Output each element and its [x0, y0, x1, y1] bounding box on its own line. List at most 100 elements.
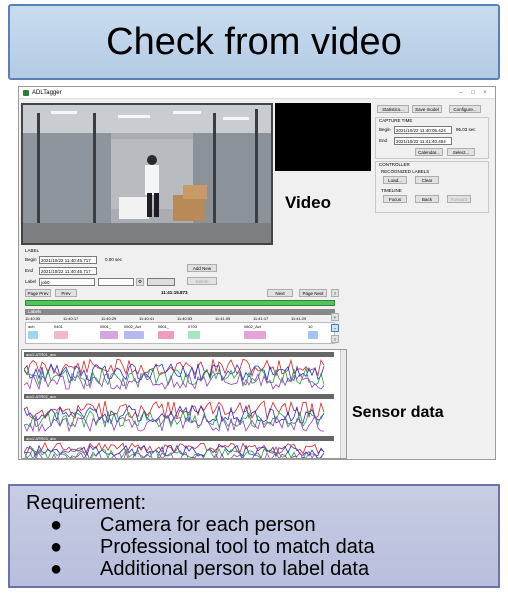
label-block-text: 10: [308, 324, 313, 329]
label-block-text: 0802_Act: [244, 324, 261, 329]
window-titlebar: ADLTagger – □ ×: [19, 87, 495, 99]
label-block-text: 0502_Act: [124, 324, 141, 329]
time-tick: 11:40:17: [63, 316, 79, 321]
back-button[interactable]: Back: [415, 195, 439, 203]
time-tick: 11:40:41: [139, 316, 155, 321]
label-block[interactable]: [28, 331, 38, 339]
capture-duration: 95.03 sec: [456, 127, 476, 132]
time-tick: 11:40:53: [177, 316, 193, 321]
next-button[interactable]: Next: [267, 289, 293, 297]
secondary-video-black: [275, 103, 371, 171]
info-icon[interactable]: !: [331, 335, 339, 343]
sensor-plot-3: [24, 442, 325, 458]
minimize-icon[interactable]: –: [455, 90, 467, 96]
label-begin-field[interactable]: 2021/10/22 11:40:45.717: [39, 256, 97, 264]
requirement-box: Requirement: ● Camera for each person ● Pr…: [8, 484, 500, 588]
sensor-title-1: acc2.ATR01_acc: [24, 352, 334, 357]
label-block[interactable]: [100, 331, 118, 339]
label-duration: 0.00 sec: [105, 257, 123, 262]
label-block-text: 0401: [54, 324, 63, 329]
close-icon[interactable]: ×: [479, 90, 491, 96]
configure-button[interactable]: Configure...: [449, 105, 481, 113]
select-button[interactable]: Select...: [447, 148, 475, 156]
add-new-button[interactable]: Add New: [187, 264, 217, 272]
label-block-text: 0601_: [158, 324, 170, 329]
controller-title: CONTROLLER: [379, 162, 410, 167]
label-select-label: Label: [25, 279, 37, 284]
video-player[interactable]: [21, 103, 273, 245]
label-timeline[interactable]: ach 0401 0501_ 0502_Act 0601_ 0703 0802_Act 10: [25, 322, 335, 344]
sensor-annotation: Sensor data: [352, 404, 444, 421]
slide-title: Check from video: [8, 4, 500, 80]
time-tick: 11:41:29: [291, 316, 307, 321]
delete-button[interactable]: Delete: [187, 277, 217, 285]
statistics-button[interactable]: Statistics...: [377, 105, 409, 113]
zoom-out-icon[interactable]: −: [331, 324, 339, 332]
sensor-plot-2: [24, 400, 325, 432]
sensor-trace: [24, 366, 325, 387]
requirement-text-3: Additional person to label data: [100, 558, 370, 580]
capture-end-label: End: [379, 138, 388, 143]
save-model-button[interactable]: Save model: [412, 105, 442, 113]
label-block[interactable]: [54, 331, 68, 339]
requirement-item: ● Camera for each person: [50, 514, 316, 536]
label-block[interactable]: [188, 331, 200, 339]
label-block[interactable]: [124, 331, 144, 339]
zoom-in-icon[interactable]: +: [331, 313, 339, 321]
time-tick: 11:41:05: [215, 316, 231, 321]
clear-button[interactable]: Clear: [415, 176, 439, 184]
sensor-trace: [24, 447, 325, 458]
label-end-label: End: [25, 268, 34, 273]
window-title: ADLTagger: [32, 89, 62, 96]
page-option-icon[interactable]: !: [331, 289, 339, 297]
calendar-button[interactable]: Calendar...: [415, 148, 443, 156]
sensor-plot-1: [24, 358, 325, 390]
recognized-labels-title: RECOGNIZED LABELS: [381, 169, 430, 174]
requirement-item: ● Additional person to label data: [50, 558, 370, 580]
capture-time-title: CAPTURE TIME: [379, 118, 413, 123]
focus-button[interactable]: Focus: [383, 195, 407, 203]
capture-begin-field[interactable]: 2021/10/22 11:40:05.424: [394, 126, 452, 134]
sensor-trace: [24, 404, 325, 424]
forward-button[interactable]: Forward: [447, 195, 471, 203]
prev-button[interactable]: Prev: [55, 289, 77, 297]
requirement-text-1: Camera for each person: [100, 514, 316, 536]
timeline-scrollbar[interactable]: [25, 300, 335, 306]
sensor-trace: [24, 400, 325, 420]
time-tick: 11:40:29: [101, 316, 117, 321]
requirement-item: ● Professional tool to match data: [50, 536, 375, 558]
labels-strip: Labels: [25, 309, 335, 315]
maximize-icon[interactable]: □: [467, 90, 479, 96]
label-block-text: 0703: [188, 324, 197, 329]
page-next-button[interactable]: Page Next: [299, 289, 327, 297]
capture-end-field[interactable]: 2021/10/22 11:41:40.454: [394, 137, 452, 145]
sensor-scrollbar[interactable]: [340, 350, 346, 458]
current-time: 11:41:15.873: [161, 290, 188, 295]
capture-begin-label: Begin: [379, 127, 391, 132]
label-block[interactable]: [308, 331, 318, 339]
load-button[interactable]: Load...: [383, 176, 407, 184]
video-annotation: Video: [285, 193, 331, 212]
app-logo-icon: [23, 89, 29, 96]
sensor-title-3: acc2.ATR03_acc: [24, 436, 334, 441]
extra-field[interactable]: [147, 278, 175, 286]
label-panel-title: LABEL: [25, 248, 40, 253]
settings-icon[interactable]: ⚙: [136, 278, 144, 286]
video-frame-image: [23, 105, 271, 243]
time-tick: 11:40:05: [25, 316, 41, 321]
label-end-field[interactable]: 2021/10/22 11:40:45.717: [39, 267, 97, 275]
time-ticks: 11:40:05 11:40:17 11:40:29 11:40:41 11:40:53…: [25, 316, 335, 321]
label-block-text: 0501_: [100, 324, 112, 329]
sensor-title-2: acc2.ATR02_acc: [24, 394, 334, 399]
requirement-title: Requirement:: [26, 492, 147, 514]
label-begin-label: Begin: [25, 257, 37, 262]
label-select[interactable]: job0: [39, 278, 95, 286]
timeline-title: TIMELINE: [381, 188, 402, 193]
time-tick: 11:41:17: [253, 316, 269, 321]
sublabel-select[interactable]: [98, 278, 134, 286]
sensor-plot-area[interactable]: acc2.ATR01_acc acc2.ATR02_acc acc2.ATR03…: [21, 349, 347, 459]
label-block[interactable]: [158, 331, 174, 339]
label-block[interactable]: [244, 331, 266, 339]
label-block-text: ach: [28, 324, 35, 329]
page-prev-button[interactable]: Page Prev: [25, 289, 51, 297]
